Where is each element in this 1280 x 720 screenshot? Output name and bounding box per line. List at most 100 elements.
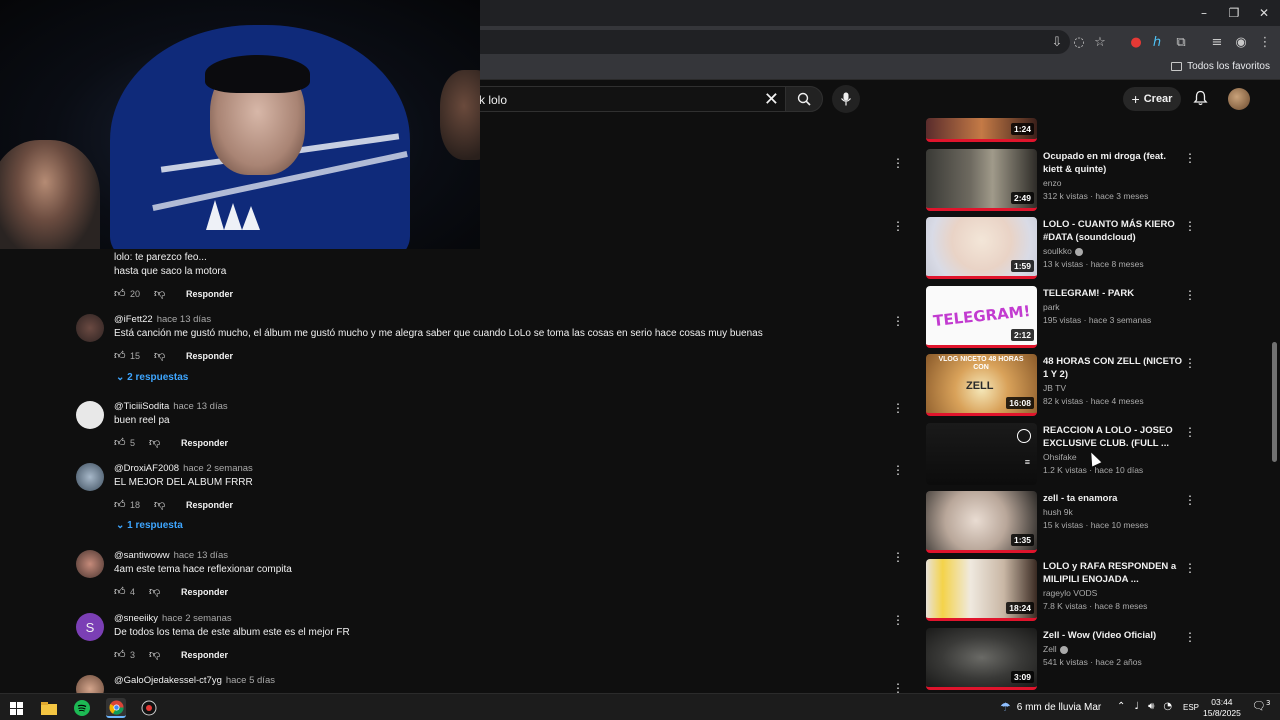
comment-author[interactable]: @DroxiAF2008: [114, 463, 179, 474]
view-replies-link[interactable]: ⌄ 1 respuesta: [116, 520, 183, 531]
video-title[interactable]: TELEGRAM! - PARK: [1043, 287, 1183, 300]
video-thumbnail[interactable]: VLOG NICETO 48 HORAS CON ZELL 16:08: [926, 354, 1037, 416]
reply-button[interactable]: Responder: [181, 438, 228, 448]
like-icon[interactable]: 👍︎: [114, 436, 128, 449]
recommended-video[interactable]: 1:35 zell - ta enamora hush 9k 15 k vist…: [926, 491, 1196, 553]
comment-avatar[interactable]: [76, 550, 104, 578]
search-input[interactable]: k lolo ✕: [470, 86, 785, 112]
spotify-icon[interactable]: [72, 698, 92, 718]
extension-red-icon[interactable]: ●: [1127, 33, 1145, 51]
dislike-icon[interactable]: 👎︎: [154, 349, 168, 362]
video-title[interactable]: zell - ta enamora: [1043, 492, 1183, 505]
video-menu-icon[interactable]: ⋮: [1184, 219, 1196, 233]
video-menu-icon[interactable]: ⋮: [1184, 425, 1196, 439]
comment-author[interactable]: @santiwoww: [114, 550, 170, 561]
microphone-tray-icon[interactable]: ♩: [1134, 701, 1139, 712]
comment-menu-icon[interactable]: ⋮: [892, 156, 904, 170]
video-thumbnail[interactable]: TELEGRAM! 2:12: [926, 286, 1037, 348]
restore-button[interactable]: ❐: [1218, 0, 1250, 26]
comment-menu-icon[interactable]: ⋮: [892, 681, 904, 693]
file-explorer-icon[interactable]: [39, 698, 59, 718]
voice-search-button[interactable]: [832, 85, 860, 113]
comment-menu-icon[interactable]: ⋮: [892, 401, 904, 415]
channel-name[interactable]: hush 9k: [1043, 507, 1073, 517]
video-thumbnail[interactable]: 2:49: [926, 149, 1037, 211]
video-thumbnail[interactable]: 1:59: [926, 217, 1037, 279]
video-menu-icon[interactable]: ⋮: [1184, 151, 1196, 165]
media-control-icon[interactable]: ≡: [1208, 33, 1226, 51]
weather-widget[interactable]: ☂ 6 mm de lluvia Mar: [1000, 700, 1101, 714]
recommended-video[interactable]: VLOG NICETO 48 HORAS CON ZELL 16:08 48 H…: [926, 354, 1196, 416]
comment-menu-icon[interactable]: ⋮: [892, 463, 904, 477]
comment-time[interactable]: hace 13 días: [174, 550, 228, 561]
comment-author[interactable]: @TiciiiSodita: [114, 401, 169, 412]
comment-avatar[interactable]: [76, 314, 104, 342]
search-button[interactable]: [785, 86, 823, 112]
channel-name[interactable]: JB TV: [1043, 383, 1066, 393]
video-menu-icon[interactable]: ⋮: [1184, 493, 1196, 507]
eye-slash-icon[interactable]: ◌: [1070, 33, 1088, 51]
minimize-button[interactable]: –: [1188, 0, 1220, 26]
reply-button[interactable]: Responder: [186, 351, 233, 361]
profile-icon[interactable]: ◉: [1232, 33, 1250, 51]
video-thumbnail[interactable]: 18:24: [926, 559, 1037, 621]
comment-author[interactable]: @GaloOjedakessel-ct7yg: [114, 675, 222, 686]
reply-button[interactable]: Responder: [186, 289, 233, 299]
volume-icon[interactable]: 🔊︎: [1148, 701, 1154, 712]
video-thumbnail[interactable]: 1:24: [926, 118, 1037, 142]
video-menu-icon[interactable]: ⋮: [1184, 288, 1196, 302]
video-title[interactable]: REACCION A LOLO - JOSEO EXCLUSIVE CLUB. …: [1043, 424, 1183, 450]
reply-button[interactable]: Responder: [186, 500, 233, 510]
view-replies-link[interactable]: ⌄ 2 respuestas: [116, 372, 188, 383]
dislike-icon[interactable]: 👎︎: [154, 498, 168, 511]
recommended-video[interactable]: 2:49 Ocupado en mi droga (feat. kiett & …: [926, 149, 1196, 211]
comment-avatar[interactable]: [76, 401, 104, 429]
language-indicator[interactable]: ESP: [1183, 703, 1199, 712]
comment-menu-icon[interactable]: ⋮: [892, 613, 904, 627]
comment-author[interactable]: @sneeiiky: [114, 613, 158, 624]
comment-time[interactable]: hace 2 semanas: [183, 463, 253, 474]
recording-app-icon[interactable]: [139, 698, 159, 718]
chevron-up-icon[interactable]: ⌃: [1117, 701, 1125, 712]
reply-button[interactable]: Responder: [181, 587, 228, 597]
video-menu-icon[interactable]: ⋮: [1184, 561, 1196, 575]
dislike-icon[interactable]: 👎︎: [149, 648, 163, 661]
dislike-icon[interactable]: 👎︎: [154, 287, 168, 300]
video-title[interactable]: Ocupado en mi droga (feat. kiett & quint…: [1043, 150, 1183, 176]
like-icon[interactable]: 👍︎: [114, 585, 128, 598]
scrollbar-thumb[interactable]: [1272, 342, 1277, 462]
like-icon[interactable]: 👍︎: [114, 498, 128, 511]
comment-avatar[interactable]: [76, 675, 104, 693]
comment-menu-icon[interactable]: ⋮: [892, 314, 904, 328]
recommended-video[interactable]: TELEGRAM! 2:12 TELEGRAM! - PARK park 195…: [926, 286, 1196, 348]
like-icon[interactable]: 👍︎: [114, 287, 128, 300]
video-menu-icon[interactable]: ⋮: [1184, 356, 1196, 370]
recommended-video[interactable]: 3:09 Zell - Wow (Video Oficial) Zell 541…: [926, 628, 1196, 690]
like-icon[interactable]: 👍︎: [114, 648, 128, 661]
notifications-bell-icon[interactable]: [1193, 90, 1208, 106]
clear-search-icon[interactable]: ✕: [764, 89, 779, 110]
create-button[interactable]: + Crear: [1123, 87, 1181, 111]
account-avatar[interactable]: [1228, 88, 1250, 110]
chrome-menu-icon[interactable]: ⋮: [1256, 33, 1274, 51]
video-title[interactable]: LOLO - CUANTO MÁS KIERO #DATA (soundclou…: [1043, 218, 1183, 244]
comment-author[interactable]: @iFett22: [114, 314, 153, 325]
channel-name[interactable]: enzo: [1043, 178, 1061, 188]
comment-time[interactable]: hace 2 semanas: [162, 613, 232, 624]
network-icon[interactable]: ◔: [1163, 701, 1172, 712]
chrome-icon[interactable]: [106, 698, 126, 718]
video-title[interactable]: 48 HORAS CON ZELL (NICETO 1 Y 2): [1043, 355, 1183, 381]
comment-menu-icon[interactable]: ⋮: [892, 550, 904, 564]
close-window-button[interactable]: ✕: [1248, 0, 1280, 26]
recommended-video[interactable]: 18:24 LOLO y RAFA RESPONDEN a MILIPILI E…: [926, 559, 1196, 621]
bookmark-star-icon[interactable]: ☆: [1091, 33, 1109, 51]
channel-name[interactable]: Zell: [1043, 644, 1068, 654]
dislike-icon[interactable]: 👎︎: [149, 585, 163, 598]
channel-name[interactable]: soulkko: [1043, 246, 1083, 256]
install-app-icon[interactable]: ⇩: [1048, 33, 1066, 51]
extensions-puzzle-icon[interactable]: ⧉: [1172, 33, 1190, 51]
recommended-video[interactable]: ≡ REACCION A LOLO - JOSEO EXCLUSIVE CLUB…: [926, 423, 1196, 485]
channel-name[interactable]: rageylo VODS: [1043, 588, 1097, 598]
comment-menu-icon[interactable]: ⋮: [892, 219, 904, 233]
notifications-icon[interactable]: 🗨︎3: [1252, 699, 1270, 713]
